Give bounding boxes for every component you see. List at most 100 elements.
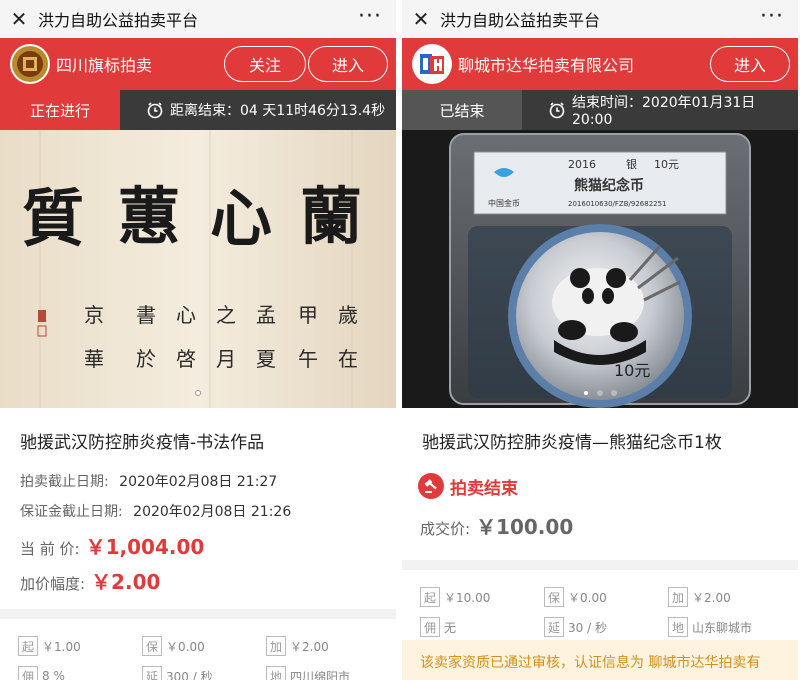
product-image-coin[interactable]: 2016 银 10元 熊猫纪念币 2016010630/FZB/92682251… <box>402 130 798 408</box>
carousel-dots <box>0 390 396 396</box>
inscription-char: 午 <box>298 347 318 371</box>
deadline-value: 2020年02月08日 21:27 <box>119 474 278 490</box>
more-dots-icon[interactable]: ··· <box>358 0 382 34</box>
svg-text:10元: 10元 <box>614 361 650 380</box>
follow-button[interactable]: 关注 <box>224 46 306 82</box>
close-icon[interactable]: ✕ <box>402 0 440 38</box>
current-price: ￥1,004.00 <box>85 535 205 559</box>
status-badge: 已结束 <box>402 90 522 130</box>
deposit-value: 2020年02月08日 21:26 <box>133 504 292 520</box>
topbar: ✕ 洪力自助公益拍卖平台 ··· <box>402 0 798 38</box>
svg-text:10元: 10元 <box>654 158 679 171</box>
carousel-dot[interactable] <box>611 390 617 396</box>
screen-right: ✕ 洪力自助公益拍卖平台 ··· 聊城市达华拍卖有限公司 进入 已结束 结束时间… <box>402 0 798 680</box>
param-deposit: 保 ￥0.00 <box>544 582 668 612</box>
inscription-char: 之 <box>216 303 236 327</box>
divider <box>402 560 798 570</box>
gavel-icon <box>418 473 444 499</box>
inscription-char: 歲 <box>338 303 358 327</box>
svg-text:熊猫纪念币: 熊猫纪念币 <box>574 177 644 194</box>
param-location: 地山东聊城市 <box>668 612 792 642</box>
seller-name: 四川旗标拍卖 <box>56 56 153 75</box>
inscription-char: 月 <box>216 347 236 371</box>
deal-price: ￥100.00 <box>476 515 574 539</box>
seal-mark <box>38 310 46 322</box>
page-title: 洪力自助公益拍卖平台 <box>440 11 601 30</box>
param-increment: 加 ￥2.00 <box>668 582 792 612</box>
enter-button[interactable]: 进入 <box>710 46 790 82</box>
param-commission: 佣无 <box>420 612 544 642</box>
topbar: ✕ 洪力自助公益拍卖平台 ··· <box>0 0 396 38</box>
svg-text:银: 银 <box>626 157 637 171</box>
increment-price: ￥2.00 <box>91 570 161 594</box>
product-image-calligraphy[interactable]: 質 蕙 心 蘭 京 華 書 於 心 啓 之 月 孟 夏 甲 午 歲 在 <box>0 130 396 408</box>
increment-label: 加价幅度: <box>20 575 86 593</box>
seller-verified-notice: 该卖家资质已通过审核，认证信息为 聊城市达华拍卖有 <box>402 640 798 680</box>
auction-params: 起 ￥10.00 保 ￥0.00 加 ￥2.00 佣无 延 30 / 秒 地山东聊城市 <box>402 570 798 642</box>
param-start: 起 ￥1.00 <box>18 631 142 661</box>
deadline-row: 拍卖截止日期: 2020年02月08日 21:27 <box>0 471 396 491</box>
svg-text:2016: 2016 <box>568 158 596 171</box>
countdown-text: 距离结束：04 天11时46分13.4秒 <box>170 103 386 119</box>
countdown: 距离结束：04 天11时46分13.4秒 <box>120 90 396 130</box>
carousel-dot[interactable] <box>597 390 603 396</box>
deal-price-label: 成交价: <box>420 520 471 538</box>
param-location: 地四川绵阳市 <box>266 661 390 680</box>
seller-name: 聊城市达华拍卖有限公司 <box>458 56 635 75</box>
enter-button[interactable]: 进入 <box>308 46 388 82</box>
calligraphy-char-1: 質 <box>22 182 84 255</box>
divider <box>0 609 396 619</box>
carousel-dots <box>402 390 798 396</box>
inscription-char: 京 <box>84 303 104 327</box>
auction-params: 起 ￥1.00 保 ￥0.00 加 ￥2.00 佣8 % 延 300 / 秒 地四川绵阳… <box>0 619 396 680</box>
inscription-char: 心 <box>176 303 196 327</box>
inscription-char: 書 <box>136 303 156 327</box>
seller-logo <box>412 44 452 84</box>
inscription-char: 啓 <box>176 347 196 371</box>
calligraphy-char-2: 蕙 <box>118 180 180 253</box>
ended-text: 拍卖结束 <box>450 478 518 499</box>
carousel-dot[interactable] <box>583 390 589 396</box>
svg-text:中国金币: 中国金币 <box>488 198 520 208</box>
product-title: 驰援武汉防控肺炎疫情—熊猫纪念币1枚 <box>422 433 722 453</box>
inscription-char: 孟 <box>256 303 276 327</box>
param-start: 起 ￥10.00 <box>420 582 544 612</box>
close-icon[interactable]: ✕ <box>0 0 38 38</box>
calligraphy-char-4: 蘭 <box>300 180 362 253</box>
param-extend: 延 300 / 秒 <box>142 661 266 680</box>
seller-bar: 四川旗标拍卖 关注 进入 <box>0 38 396 90</box>
end-time: 结束时间：2020年01月31日 20:00 <box>522 90 798 130</box>
seller-bar: 聊城市达华拍卖有限公司 进入 <box>402 38 798 90</box>
deadline-label: 拍卖截止日期: <box>20 474 109 490</box>
deposit-row: 保证金截止日期: 2020年02月08日 21:26 <box>0 501 396 521</box>
calligraphy-char-3: 心 <box>210 182 272 255</box>
param-commission: 佣8 % <box>18 661 142 680</box>
inscription-char: 夏 <box>256 347 276 371</box>
end-time-text: 结束时间：2020年01月31日 20:00 <box>572 95 756 128</box>
status-bar: 已结束 结束时间：2020年01月31日 20:00 <box>402 90 798 130</box>
inscription-char: 在 <box>338 347 358 371</box>
product-title: 驰援武汉防控肺炎疫情-书法作品 <box>20 433 265 453</box>
inscription-char: 於 <box>136 347 156 371</box>
status-bar: 正在进行 距离结束：04 天11时46分13.4秒 <box>0 90 396 130</box>
clock-icon <box>146 101 164 119</box>
carousel-dot[interactable] <box>195 390 201 396</box>
param-deposit: 保 ￥0.00 <box>142 631 266 661</box>
deposit-label: 保证金截止日期: <box>20 504 123 520</box>
param-increment: 加 ￥2.00 <box>266 631 390 661</box>
current-price-label: 当 前 价: <box>20 540 80 558</box>
increment-row: 加价幅度: ￥2.00 <box>0 566 396 595</box>
inscription-char: 甲 <box>298 303 318 327</box>
status-badge: 正在进行 <box>0 90 120 130</box>
auction-ended-badge: 拍卖结束 <box>402 473 798 499</box>
screen-left: ✕ 洪力自助公益拍卖平台 ··· 四川旗标拍卖 关注 进入 正在进行 距离结束：… <box>0 0 396 680</box>
more-dots-icon[interactable]: ··· <box>760 0 784 34</box>
seller-logo <box>10 44 50 84</box>
current-price-row: 当 前 价: ￥1,004.00 <box>0 531 396 560</box>
clock-icon <box>548 101 566 119</box>
param-extend: 延 30 / 秒 <box>544 612 668 642</box>
svg-text:2016010630/FZB/92682251: 2016010630/FZB/92682251 <box>568 200 667 208</box>
page-title: 洪力自助公益拍卖平台 <box>38 11 199 30</box>
deal-price-row: 成交价: ￥100.00 <box>402 511 798 540</box>
inscription-char: 華 <box>84 347 104 371</box>
